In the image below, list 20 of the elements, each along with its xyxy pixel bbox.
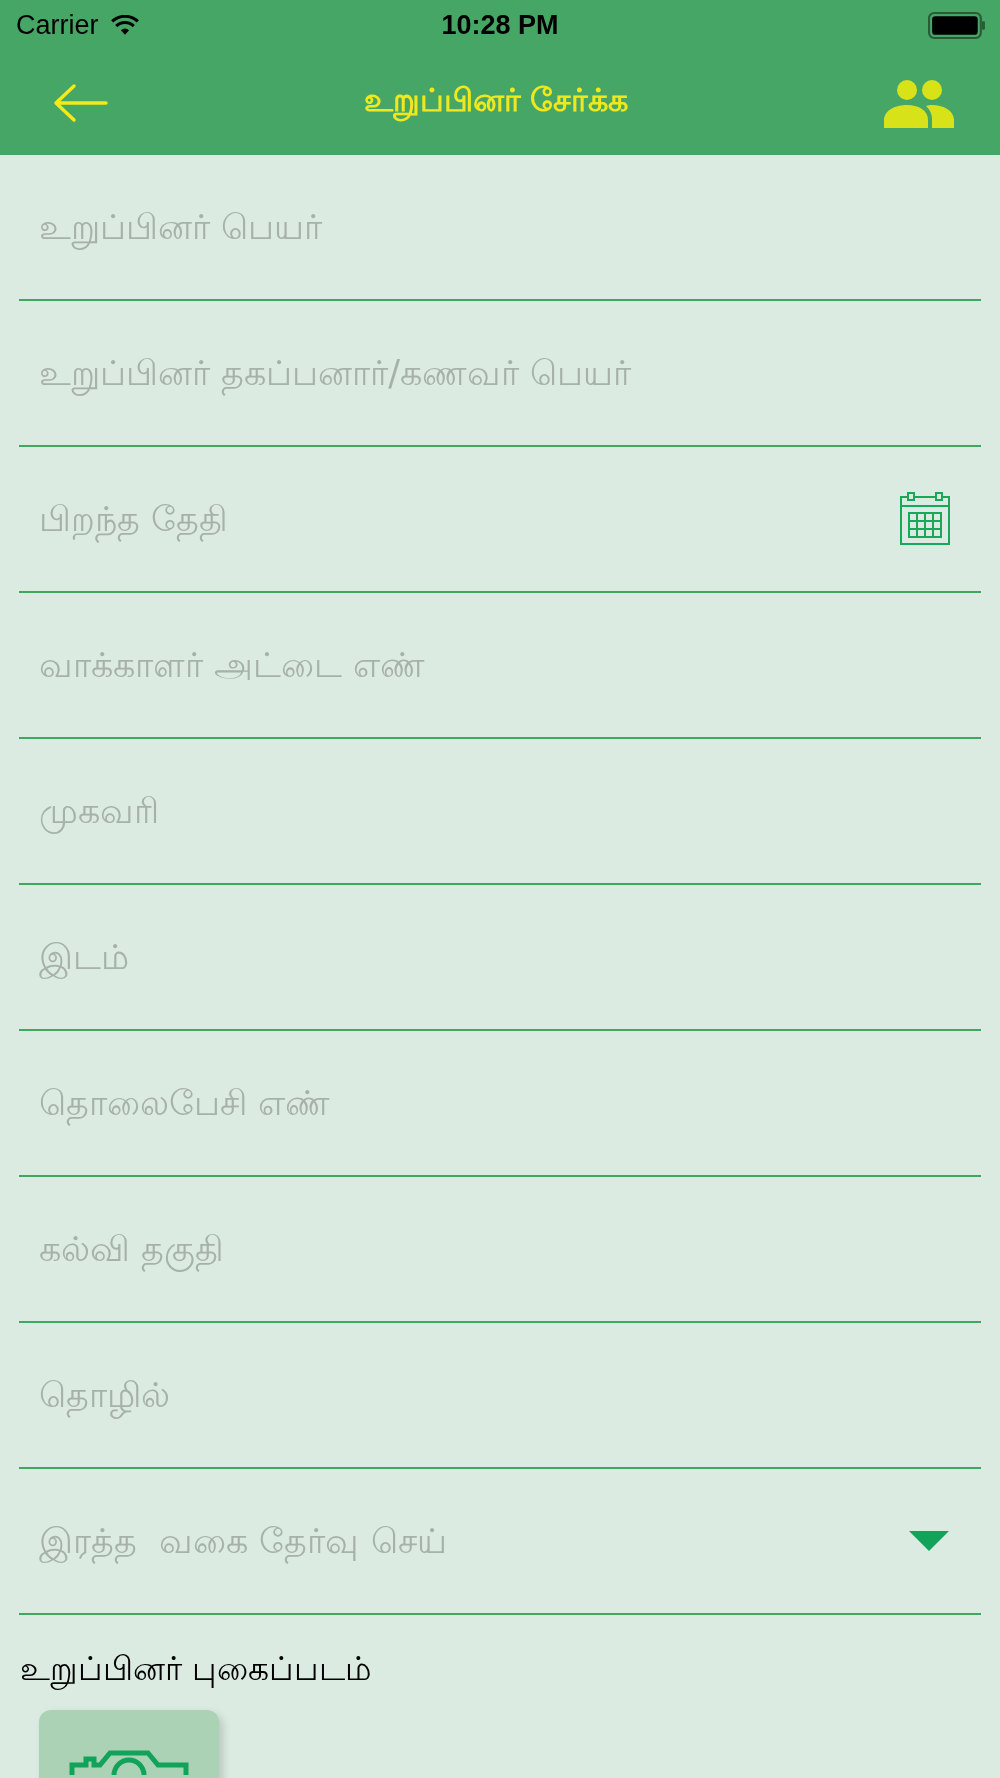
- carrier-name: Carrier: [16, 9, 99, 41]
- back-arrow-icon[interactable]: [52, 82, 108, 123]
- date-field[interactable]: பிறந்த தேதி: [19, 447, 981, 593]
- input-field[interactable]: தொலைபேசி எண்: [19, 1031, 981, 1177]
- dropdown-field[interactable]: இரத்த வகை தேர்வு செய்: [19, 1469, 981, 1615]
- wifi-icon: [110, 14, 139, 36]
- screen-title: உறுப்பினர் சேர்க்க: [364, 82, 628, 123]
- status-time: 10:28 PM: [441, 9, 559, 41]
- input-field[interactable]: உறுப்பினர் பெயர்: [19, 155, 981, 301]
- input-field[interactable]: வாக்காளர் அட்டை எண்: [19, 593, 981, 739]
- input-field[interactable]: தொழில்: [19, 1323, 981, 1469]
- input-field[interactable]: இடம்: [19, 885, 981, 1031]
- input-field[interactable]: கல்வி தகுதி: [19, 1177, 981, 1323]
- photo-label: உறுப்பினர் புகைப்படம்: [19, 1648, 374, 1692]
- dropdown-caret-icon[interactable]: [909, 1531, 949, 1551]
- input-field[interactable]: முகவரி: [19, 739, 981, 885]
- battery-icon: [928, 11, 986, 39]
- people-icon[interactable]: [884, 77, 954, 128]
- calendar-icon[interactable]: [899, 492, 951, 546]
- input-field[interactable]: உறுப்பினர் தகப்பனார்/கணவர் பெயர்: [19, 301, 981, 447]
